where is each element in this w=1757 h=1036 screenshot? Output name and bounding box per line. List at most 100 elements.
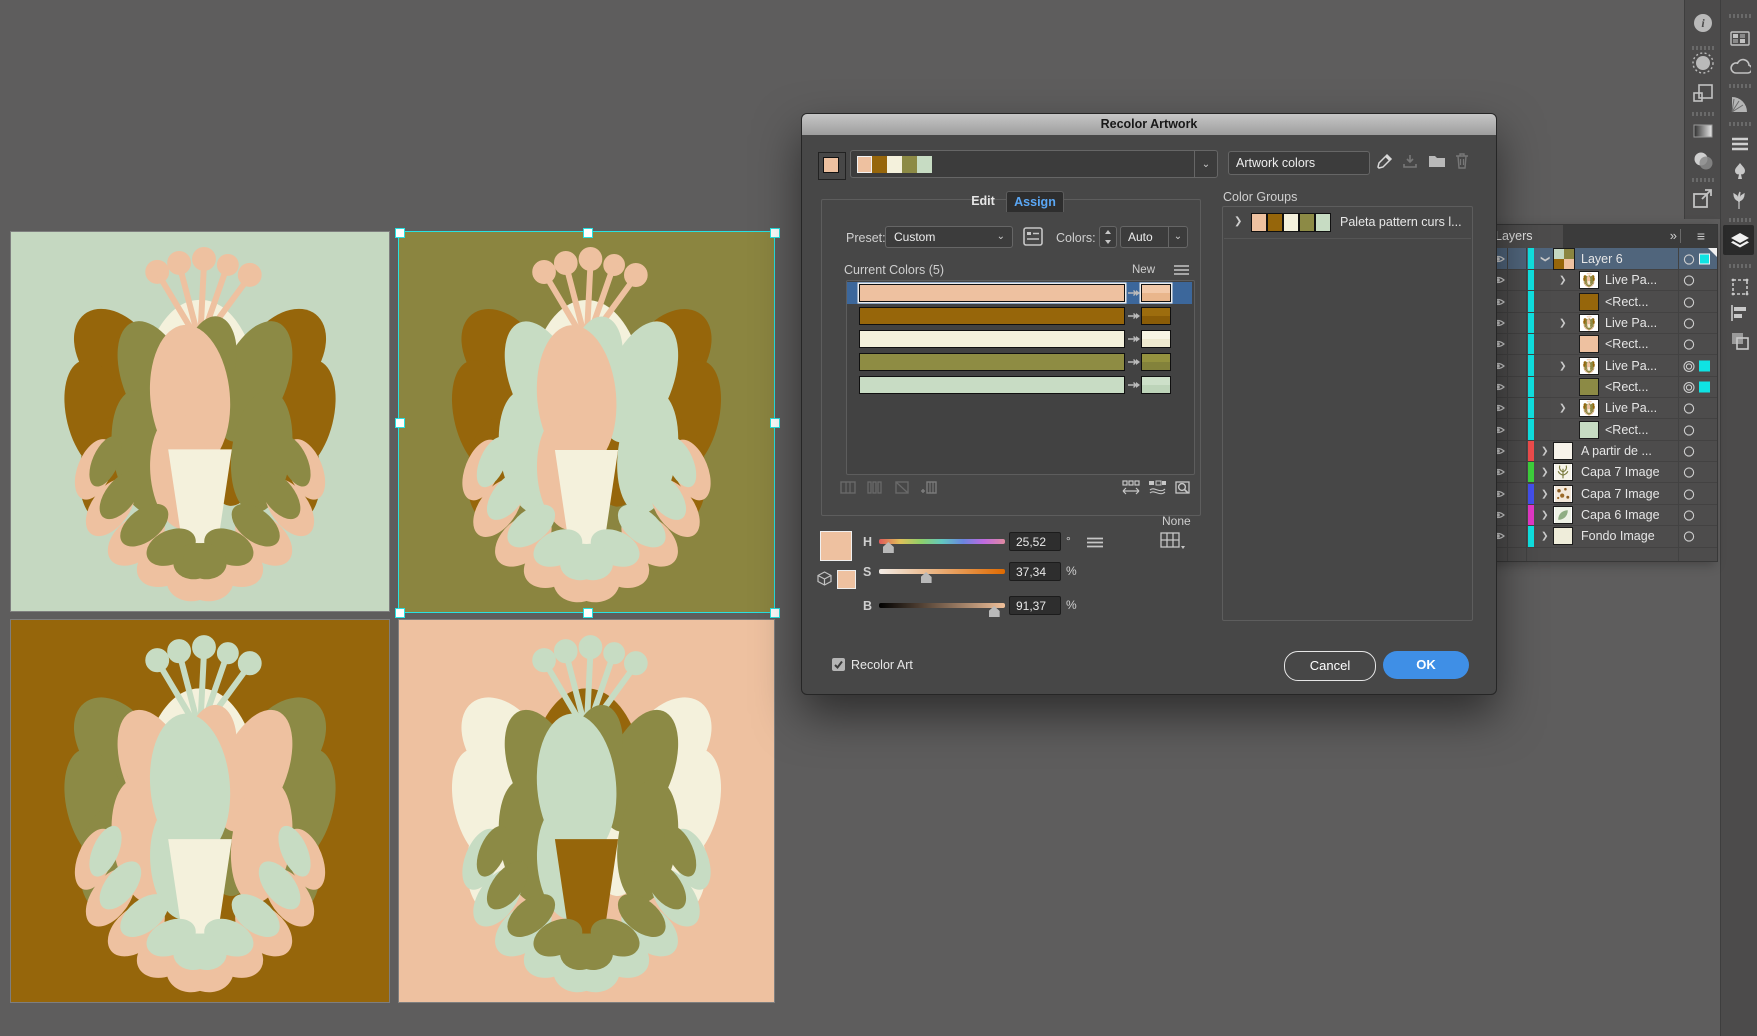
group-swatch[interactable] <box>1267 213 1283 232</box>
layer-row[interactable]: ❯A partir de ... <box>1489 441 1717 462</box>
merge-colors-icon[interactable] <box>840 480 858 496</box>
target-circle-icon[interactable] <box>1683 275 1694 286</box>
new-color-row-icon[interactable] <box>921 480 939 496</box>
layer-thumbnail[interactable] <box>1579 378 1599 396</box>
new-folder-icon[interactable] <box>1428 154 1446 168</box>
swatch-fan-icon[interactable] <box>1729 93 1751 115</box>
selection-handle[interactable] <box>395 418 405 428</box>
tile-peach[interactable] <box>399 620 774 1002</box>
layer-thumbnail[interactable] <box>1579 271 1599 289</box>
dialog-title[interactable]: Recolor Artwork <box>802 114 1496 135</box>
new-color-swatch[interactable] <box>1141 353 1171 371</box>
s-slider-track[interactable] <box>879 569 1005 574</box>
tab-assign[interactable]: Assign <box>1006 191 1064 212</box>
new-color-swatch[interactable] <box>1141 307 1171 325</box>
layer-thumbnail[interactable] <box>1579 293 1599 311</box>
layer-thumbnail[interactable] <box>1553 248 1575 270</box>
group-swatch[interactable] <box>1299 213 1315 232</box>
current-color-bar[interactable] <box>859 284 1125 302</box>
slider-mode-menu-icon[interactable] <box>1087 537 1103 548</box>
layer-row[interactable]: ❯Live Pa... <box>1489 355 1717 376</box>
layer-thumbnail[interactable] <box>1579 421 1599 439</box>
palette-strip-swatch[interactable] <box>857 156 872 173</box>
target-circle-icon[interactable] <box>1683 317 1694 328</box>
recolor-art-checkbox[interactable] <box>832 658 845 671</box>
layer-row[interactable]: <Rect... <box>1489 334 1717 355</box>
random-order-icon[interactable] <box>1122 480 1140 496</box>
target-circle-icon[interactable] <box>1683 296 1694 307</box>
layer-thumbnail[interactable] <box>1579 357 1599 375</box>
target-circle-icon[interactable] <box>1683 445 1694 456</box>
layers-icon[interactable] <box>1729 230 1751 252</box>
target-circle-icon[interactable] <box>1683 360 1694 371</box>
symbols-icon[interactable] <box>1729 161 1751 183</box>
layer-thumbnail[interactable] <box>1579 314 1599 332</box>
layer-thumbnail[interactable] <box>1553 485 1573 503</box>
chevron-down-icon[interactable]: ❮ <box>1539 255 1550 263</box>
column-menu-icon[interactable] <box>1174 265 1189 275</box>
tile-olive[interactable] <box>399 232 774 612</box>
current-color-row[interactable] <box>847 374 1192 396</box>
chevron-right-icon[interactable]: ❯ <box>1541 467 1549 478</box>
preset-dropdown[interactable]: Custom ⌄ <box>885 226 1013 248</box>
selection-handle[interactable] <box>770 608 780 618</box>
gradient-icon[interactable] <box>1692 120 1714 142</box>
current-color-bar[interactable] <box>859 376 1125 394</box>
current-color-bar[interactable] <box>859 307 1125 325</box>
target-circle-icon[interactable] <box>1683 510 1694 521</box>
layer-thumbnail[interactable] <box>1553 463 1573 481</box>
chevron-right-icon[interactable]: ❯ <box>1541 531 1549 542</box>
chevron-right-icon[interactable]: ❯ <box>1234 216 1242 227</box>
selection-handle[interactable] <box>583 608 593 618</box>
h-value-input[interactable]: 25,52 <box>1009 532 1061 551</box>
target-circle-icon[interactable] <box>1683 531 1694 542</box>
info-icon[interactable]: i <box>1692 12 1714 34</box>
chevron-right-icon[interactable]: ❯ <box>1559 403 1567 414</box>
target-circle-icon[interactable] <box>1683 467 1694 478</box>
h-slider-track[interactable] <box>879 539 1005 544</box>
layer-row[interactable]: ❯Fondo Image <box>1489 526 1717 547</box>
current-color-row[interactable] <box>847 328 1192 350</box>
preset-options-icon[interactable] <box>1023 227 1043 246</box>
layer-row[interactable]: ❯Live Pa... <box>1489 398 1717 419</box>
chevron-right-icon[interactable]: ❯ <box>1541 510 1549 521</box>
colors-stepper[interactable] <box>1099 226 1117 248</box>
palette-strip-swatch[interactable] <box>902 156 917 173</box>
selection-handle[interactable] <box>395 608 405 618</box>
layer-row[interactable]: ❯Capa 7 Image <box>1489 462 1717 483</box>
panel-menu-icon[interactable]: ≡ <box>1697 228 1705 244</box>
align-icon[interactable] <box>1729 302 1751 324</box>
brushes-icon[interactable] <box>1729 190 1751 212</box>
layer-row[interactable]: <Rect... <box>1489 419 1717 440</box>
tile-mint[interactable] <box>11 232 389 611</box>
layer-row[interactable]: ❯Live Pa... <box>1489 313 1717 334</box>
selection-handle[interactable] <box>770 228 780 238</box>
layer-thumbnail[interactable] <box>1553 506 1573 524</box>
layer-thumbnail[interactable] <box>1553 442 1573 460</box>
colors-count-dropdown[interactable]: Auto ⌄ <box>1120 226 1188 248</box>
palette-strip-swatch[interactable] <box>872 156 887 173</box>
palette-strip-swatch[interactable] <box>917 156 932 173</box>
layer-row[interactable]: ❯Capa 6 Image <box>1489 505 1717 526</box>
artboards-stack-icon[interactable] <box>1692 82 1714 104</box>
new-color-swatch[interactable] <box>1141 284 1171 302</box>
layer-row[interactable]: ❮Layer 6 <box>1489 248 1717 270</box>
layer-row[interactable]: ❯Capa 7 Image <box>1489 484 1717 505</box>
color-limit-grid-icon[interactable] <box>1160 532 1186 550</box>
selection-handle[interactable] <box>770 418 780 428</box>
group-swatch[interactable] <box>1315 213 1331 232</box>
group-swatch[interactable] <box>1283 213 1299 232</box>
chevron-right-icon[interactable]: ❯ <box>1559 275 1567 286</box>
current-color-row[interactable] <box>847 305 1192 327</box>
group-name-input[interactable]: Artwork colors <box>1228 151 1370 175</box>
layer-thumbnail[interactable] <box>1579 399 1599 417</box>
creative-cloud-icon[interactable] <box>1729 58 1751 80</box>
save-group-icon[interactable] <box>1402 154 1418 169</box>
color-group-selector-dropdown[interactable]: ⌄ <box>850 150 1218 178</box>
chevron-right-icon[interactable]: ❯ <box>1559 317 1567 328</box>
export-icon[interactable] <box>1692 188 1714 210</box>
cancel-button[interactable]: Cancel <box>1284 651 1376 681</box>
tab-layers[interactable]: Layers <box>1489 225 1563 248</box>
target-circle-icon[interactable] <box>1683 424 1694 435</box>
out-of-gamut-cube-icon[interactable] <box>817 571 832 586</box>
